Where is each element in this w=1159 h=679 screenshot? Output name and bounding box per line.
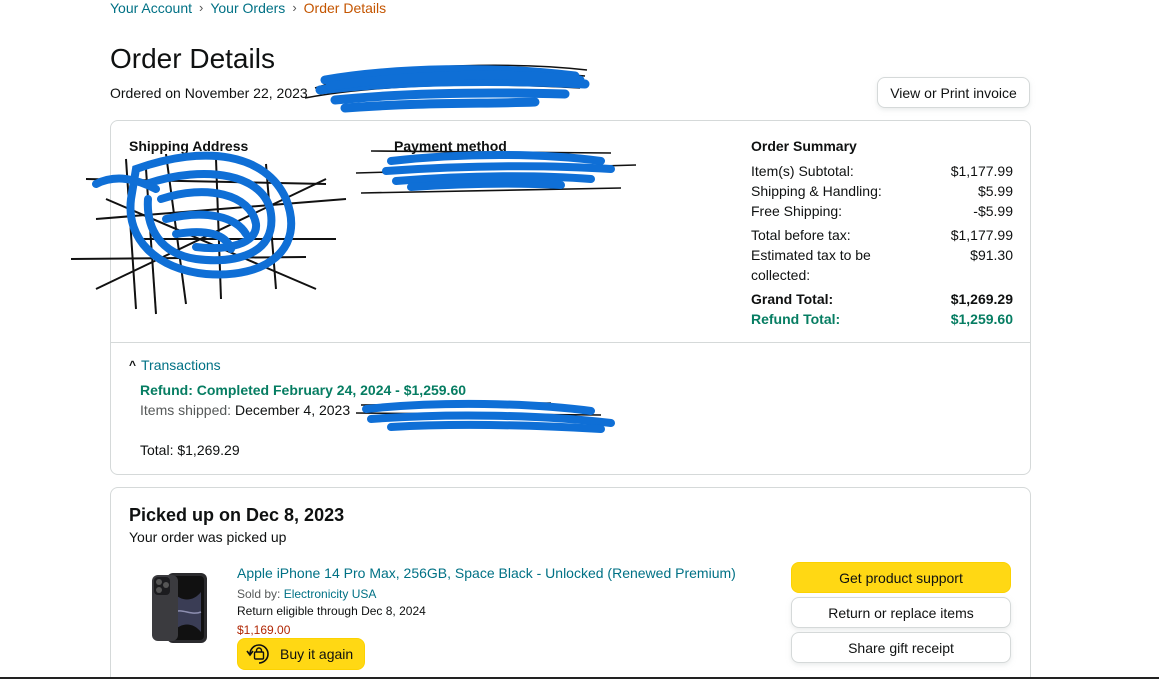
product-price: $1,169.00: [237, 623, 291, 637]
items-shipped: Items shipped: December 4, 2023: [140, 401, 350, 419]
summary-value: $91.30: [970, 247, 1013, 263]
sold-by-label: Sold by:: [237, 587, 281, 601]
order-summary: Order Summary Item(s) Subtotal: $1,177.9…: [751, 137, 1013, 329]
summary-label: Total before tax:: [751, 227, 851, 243]
summary-row-shipping: Shipping & Handling: $5.99: [751, 181, 1013, 201]
get-product-support-button[interactable]: Get product support: [791, 562, 1011, 593]
items-shipped-label: Items shipped:: [140, 402, 232, 418]
summary-value: $1,177.99: [950, 163, 1013, 179]
return-replace-button[interactable]: Return or replace items: [791, 597, 1011, 628]
sold-by: Sold by: Electronicity USA: [237, 586, 376, 602]
buy-again-button[interactable]: Buy it again: [237, 638, 365, 670]
summary-value: $5.99: [977, 183, 1013, 199]
view-print-invoice-button[interactable]: View or Print invoice: [877, 77, 1030, 108]
summary-label: Grand Total:: [751, 291, 834, 307]
summary-row-grand-total: Grand Total: $1,269.29: [751, 289, 1013, 309]
summary-row-refund-total: Refund Total: $1,259.60: [751, 309, 1013, 329]
seller-link[interactable]: Electronicity USA: [284, 587, 377, 601]
summary-row-before-tax: Total before tax: $1,177.99: [751, 225, 1013, 245]
summary-value: $1,269.29: [950, 291, 1013, 307]
buy-again-icon: [246, 644, 269, 664]
transactions-toggle[interactable]: ^ Transactions: [129, 357, 221, 373]
summary-label: Shipping & Handling:: [751, 183, 882, 199]
summary-row-subtotal: Item(s) Subtotal: $1,177.99: [751, 161, 1013, 181]
summary-label: Estimated tax to be collected:: [751, 247, 871, 283]
summary-value: $1,259.60: [950, 311, 1013, 327]
shipment-card: Picked up on Dec 8, 2023 Your order was …: [110, 487, 1031, 679]
page-title: Order Details: [110, 43, 275, 74]
transactions-label: Transactions: [141, 357, 221, 373]
summary-label: Free Shipping:: [751, 203, 843, 219]
breadcrumb-separator: ›: [199, 0, 204, 15]
breadcrumb-your-account[interactable]: Your Account: [110, 0, 192, 16]
summary-label: Item(s) Subtotal:: [751, 163, 854, 179]
summary-value: $1,177.99: [950, 227, 1013, 243]
redaction-scribble: [304, 64, 590, 113]
summary-row-tax: Estimated tax to be collected: $91.30: [751, 245, 1013, 285]
product-title-link[interactable]: Apple iPhone 14 Pro Max, 256GB, Space Bl…: [237, 564, 736, 582]
shipment-status-subtitle: Your order was picked up: [129, 529, 287, 545]
breadcrumb-current: Order Details: [303, 0, 387, 16]
redaction-scribble: [355, 399, 615, 433]
shipment-status-title: Picked up on Dec 8, 2023: [129, 505, 345, 525]
summary-value: -$5.99: [973, 203, 1013, 219]
return-eligibility: Return eligible through Dec 8, 2024: [237, 604, 426, 618]
order-summary-card: Shipping Address Payment method Order Su…: [70, 120, 1031, 475]
order-summary-title: Order Summary: [751, 138, 857, 154]
redaction-scribble: [70, 151, 347, 315]
buy-again-label: Buy it again: [280, 646, 354, 662]
summary-label: Refund Total:: [751, 311, 841, 327]
transactions-total: Total: $1,269.29: [140, 442, 240, 458]
redaction-scribble: [355, 150, 637, 194]
items-shipped-date: December 4, 2023: [234, 402, 351, 418]
breadcrumb: Your Account › Your Orders › Order Detai…: [110, 0, 386, 16]
share-gift-receipt-button[interactable]: Share gift receipt: [791, 632, 1011, 663]
summary-row-free-shipping: Free Shipping: -$5.99: [751, 201, 1013, 221]
product-image[interactable]: [151, 572, 209, 644]
breadcrumb-separator: ›: [292, 0, 297, 15]
ordered-on-date: Ordered on November 22, 2023: [110, 85, 308, 101]
chevron-up-icon: ^: [129, 358, 137, 372]
breadcrumb-your-orders[interactable]: Your Orders: [210, 0, 285, 16]
divider: [111, 342, 1030, 343]
